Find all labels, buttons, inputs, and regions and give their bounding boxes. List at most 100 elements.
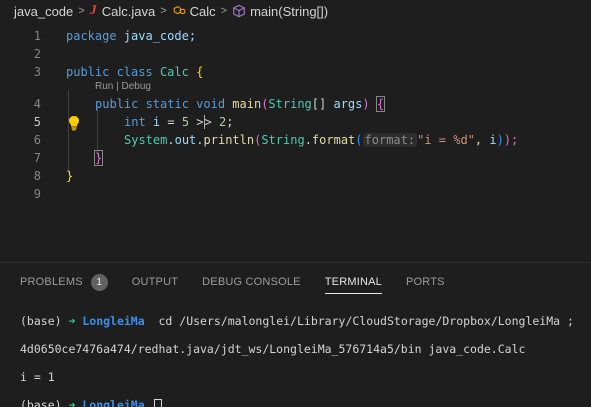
token: args — [333, 97, 363, 111]
line-number: 6 — [33, 133, 41, 147]
token: . — [196, 133, 204, 147]
codelens-separator: | — [113, 81, 122, 92]
tab-ports[interactable]: PORTS — [406, 264, 445, 300]
breadcrumb-file-label: Calc.java — [101, 3, 156, 19]
panel-divider[interactable] — [0, 262, 591, 263]
chevron-right-icon: > — [160, 5, 167, 17]
run-codelens-link[interactable]: Run — [95, 81, 113, 92]
token: i — [489, 133, 497, 147]
debug-codelens-link[interactable]: Debug — [122, 81, 151, 92]
line-number: 7 — [33, 151, 41, 165]
code-line: 7 } — [0, 149, 591, 167]
terminal-prefix: (base) — [20, 314, 69, 328]
terminal-command: cd /Users/malonglei/Library/CloudStorage… — [144, 314, 581, 328]
token: public static void — [95, 97, 233, 111]
token: System — [124, 133, 168, 147]
matching-brace: } — [93, 150, 104, 166]
code-line: 4 public static void main(String[] args)… — [0, 95, 591, 113]
line-number: 3 — [33, 65, 41, 79]
token: int — [124, 114, 146, 129]
token: [] — [311, 97, 334, 111]
prompt-arrow-icon: ➜ — [68, 314, 76, 328]
class-icon — [173, 6, 185, 15]
tab-terminal[interactable]: TERMINAL — [324, 264, 383, 300]
chevron-right-icon: > — [220, 5, 228, 17]
inlay-hint: format: — [362, 133, 418, 147]
token: out — [174, 133, 197, 147]
breadcrumb-folder-label: java_code — [14, 3, 74, 19]
code-text: public static void main(String[] args) { — [95, 96, 386, 112]
line-number: 1 — [33, 29, 41, 43]
token: } — [66, 169, 74, 183]
tab-label: PROBLEMS — [20, 276, 83, 288]
token: package — [66, 29, 117, 43]
tab-label: TERMINAL — [324, 276, 382, 288]
token: i — [145, 114, 161, 129]
breadcrumb-method-label: main(String[]) — [250, 3, 329, 19]
token: ) — [496, 133, 504, 147]
token: > — [189, 114, 204, 129]
tab-output[interactable]: OUTPUT — [132, 264, 178, 300]
matching-brace: { — [375, 96, 386, 112]
code-editor[interactable]: 1 package java_code; 2 3 public class Ca… — [0, 24, 591, 262]
line-number: 2 — [33, 47, 41, 61]
code-line-active: 5 int i = 5 >> 2; — [0, 113, 591, 131]
token: { — [188, 65, 204, 79]
terminal-dir: LongleiMa — [82, 398, 145, 407]
code-line: 8 } — [0, 167, 591, 185]
line-number: 8 — [33, 169, 41, 183]
code-text: package java_code; — [66, 29, 196, 43]
codelens: Run | Debug — [95, 81, 151, 92]
terminal-dir: LongleiMa — [82, 314, 145, 328]
line-number: 9 — [33, 187, 41, 201]
token: , — [474, 133, 490, 147]
token: format — [311, 133, 356, 147]
terminal-line: i = 1 — [20, 370, 55, 384]
token: println — [203, 133, 255, 147]
code-text: } — [93, 150, 104, 166]
code-line: 2 — [0, 45, 591, 63]
token: ( — [355, 133, 363, 147]
panel-tabs: PROBLEMS 1 OUTPUT DEBUG CONSOLE TERMINAL… — [0, 264, 591, 300]
prompt-arrow-icon: ➜ — [68, 398, 76, 407]
token: 5 — [181, 114, 190, 129]
token: String — [261, 133, 305, 147]
breadcrumb: java_code > J Calc.java > Calc > main(St… — [0, 0, 591, 22]
token: ); — [503, 133, 519, 147]
line-number: 4 — [33, 97, 41, 111]
breadcrumb-class-label: Calc — [189, 3, 216, 19]
breadcrumb-class[interactable]: Calc — [172, 4, 216, 19]
token: public — [66, 65, 110, 79]
method-cube-icon — [233, 4, 245, 18]
tab-label: OUTPUT — [131, 276, 179, 288]
code-line: 6 System.out.println(String.format(forma… — [0, 131, 591, 149]
token: ) — [362, 97, 377, 111]
breadcrumb-folder[interactable]: java_code — [14, 4, 73, 19]
code-text: System.out.println(String.format(format:… — [124, 133, 518, 147]
tab-label: PORTS — [405, 276, 445, 288]
token: String — [268, 97, 312, 111]
token: "i = %d" — [417, 133, 475, 147]
breadcrumb-method[interactable]: main(String[]) — [232, 4, 328, 19]
token: java_code; — [116, 29, 197, 43]
line-number: 5 — [33, 115, 41, 129]
tab-debug-console[interactable]: DEBUG CONSOLE — [202, 264, 301, 300]
chevron-right-icon: > — [78, 5, 85, 17]
terminal-line: (base) ➜ LongleiMa — [20, 398, 591, 407]
token: Calc — [159, 65, 189, 79]
token: > — [204, 114, 219, 129]
token: main — [232, 97, 262, 111]
breadcrumb-file[interactable]: J Calc.java — [90, 3, 155, 19]
token: class — [109, 65, 160, 79]
code-text: } — [66, 169, 73, 183]
token: . — [304, 133, 312, 147]
terminal-output[interactable]: (base) ➜ LongleiMa cd /Users/malonglei/L… — [20, 300, 591, 407]
token: ; — [226, 114, 234, 129]
terminal-line: 4d0650ce7476a474/redhat.java/jdt_ws/Long… — [20, 342, 526, 356]
terminal-prefix: (base) — [20, 398, 69, 407]
tab-label: DEBUG CONSOLE — [202, 276, 301, 288]
problems-count-badge: 1 — [90, 273, 108, 291]
code-line: 3 public class Calc { — [0, 63, 591, 81]
terminal-line: (base) ➜ LongleiMa cd /Users/malonglei/L… — [20, 314, 591, 328]
tab-problems[interactable]: PROBLEMS 1 — [20, 264, 108, 300]
